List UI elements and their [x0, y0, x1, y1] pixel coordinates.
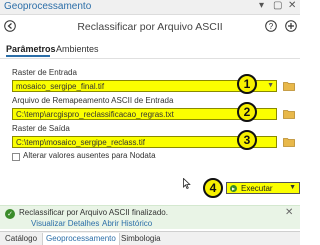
callout-badge-3: 3 [237, 130, 257, 150]
browse-folder-icon[interactable] [283, 109, 295, 119]
svg-text:?: ? [269, 22, 274, 31]
window-menu-button[interactable]: ▾ [259, 0, 264, 11]
callout-badge-2: 2 [237, 102, 257, 122]
remap-file-value: C:\temp\arcgispro_reclassificacao_regras… [16, 110, 174, 119]
tool-title: Reclassificar por Arquivo ASCII [77, 21, 223, 33]
run-button[interactable]: ▶ Executar ▼ [226, 182, 300, 194]
input-raster-value: mosaico_sergipe_final.tif [16, 82, 105, 91]
callout-badge-1: 1 [237, 74, 257, 94]
mouse-cursor-icon [183, 178, 191, 189]
chevron-down-icon[interactable]: ▼ [289, 184, 296, 191]
success-check-icon: ✓ [5, 209, 15, 219]
play-icon: ▶ [230, 185, 237, 192]
tab-environments[interactable]: Ambientes [56, 44, 99, 54]
window-close-button[interactable]: ✕ [288, 0, 296, 11]
nodata-checkbox[interactable] [12, 153, 20, 161]
tab-parameters[interactable]: Parâmetros [6, 44, 56, 54]
success-message-text: Reclassificar por Arquivo ASCII finaliza… [19, 208, 168, 217]
output-raster-label: Raster de Saída [12, 124, 70, 133]
chevron-down-icon[interactable]: ▼ [267, 82, 274, 89]
callout-badge-4: 4 [203, 178, 223, 198]
bottom-tab-geoprocessing[interactable]: Geoprocessamento [42, 233, 120, 245]
output-raster-value: C:\temp\mosaico_sergipe_reclass.tif [16, 138, 145, 147]
success-message: ✓ Reclassificar por Arquivo ASCII finali… [0, 205, 300, 229]
window-maximize-button[interactable]: ▢ [273, 0, 282, 11]
bottom-tab-catalog[interactable]: Catálogo [2, 233, 40, 245]
remap-file-label: Arquivo de Remapeamento ASCII de Entrada [12, 96, 174, 105]
help-icon[interactable]: ? [265, 20, 277, 32]
open-history-link[interactable]: Abrir Histórico [102, 219, 152, 228]
input-raster-label: Raster de Entrada [12, 68, 77, 77]
bottom-tab-symbology[interactable]: Simbologia [118, 233, 164, 245]
active-tab-indicator [6, 55, 50, 57]
browse-folder-icon[interactable] [283, 81, 295, 91]
tabs-divider [0, 58, 300, 59]
bottom-tab-bar: Catálogo Geoprocessamento Simbologia [0, 231, 300, 245]
window-title: Geoprocessamento [4, 1, 92, 12]
browse-folder-icon[interactable] [283, 137, 295, 147]
nodata-checkbox-label: Alterar valores ausentes para Nodata [23, 151, 156, 160]
add-icon[interactable] [285, 20, 297, 32]
run-button-label: Executar [241, 183, 273, 193]
close-icon[interactable]: ✕ [285, 207, 293, 218]
view-details-link[interactable]: Visualizar Detalhes [31, 219, 99, 228]
window-titlebar: Geoprocessamento ▾ ▢ ✕ [0, 0, 300, 15]
